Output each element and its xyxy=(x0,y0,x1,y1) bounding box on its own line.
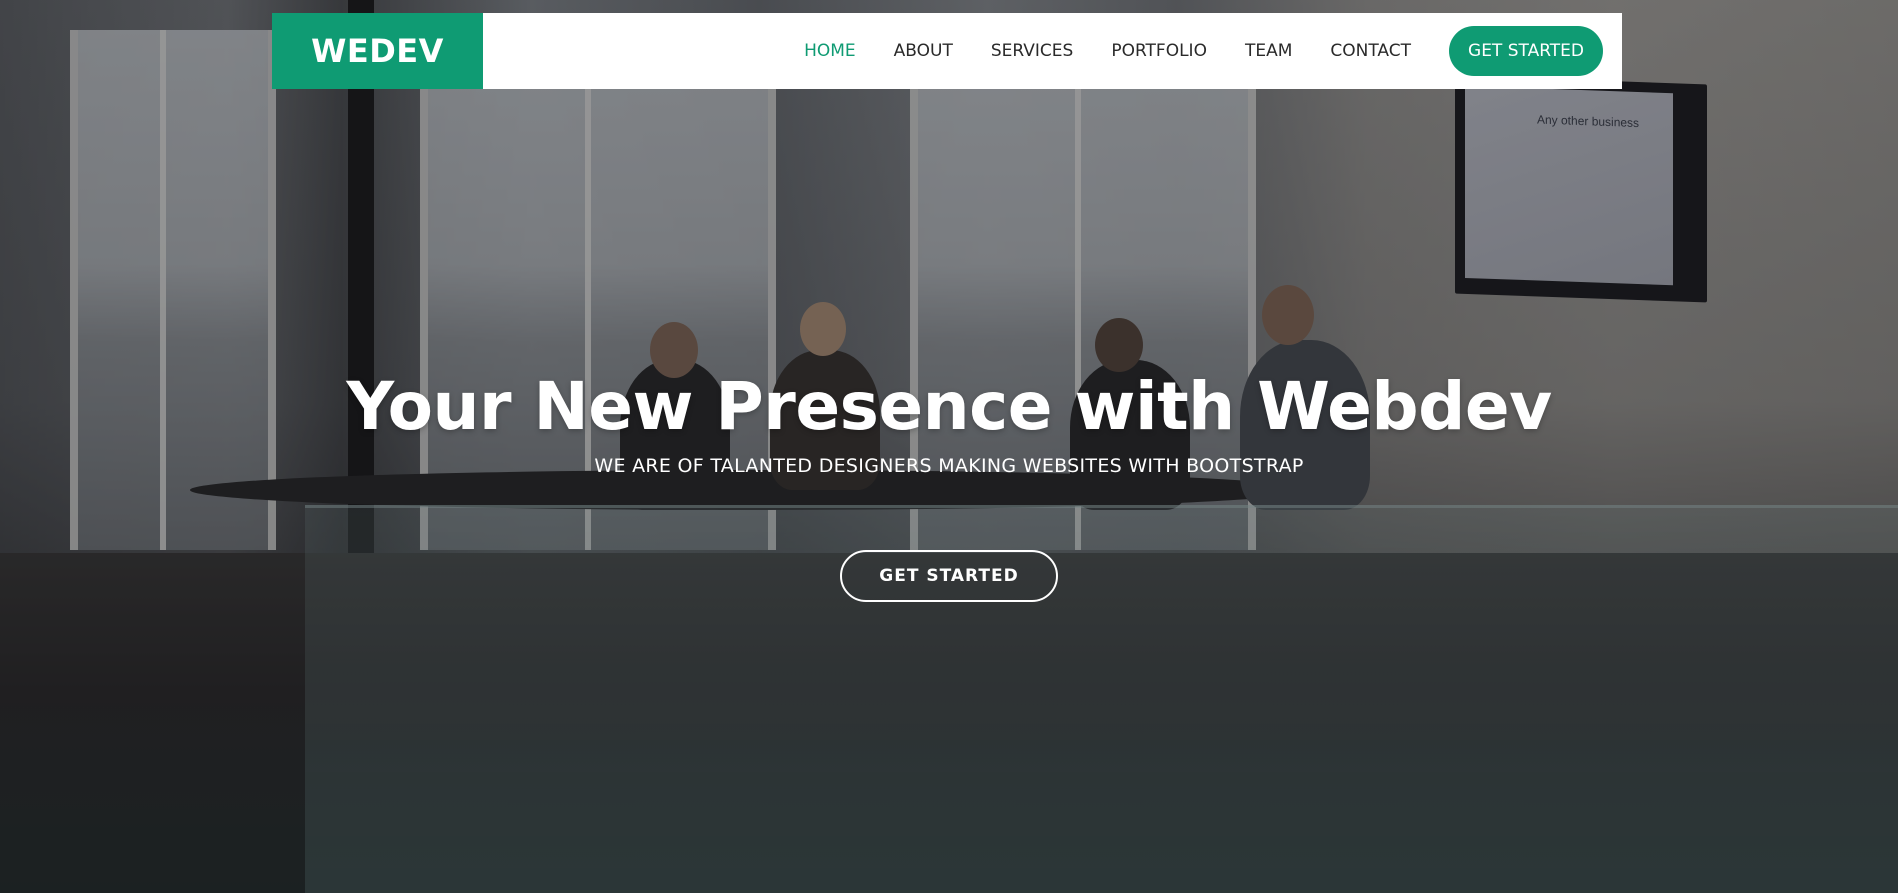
hero-subtitle: WE ARE OF TALANTED DESIGNERS MAKING WEBS… xyxy=(594,455,1304,477)
site-logo[interactable]: WEDEV xyxy=(272,13,483,89)
nav-item-home[interactable]: HOME xyxy=(804,41,856,61)
nav-item-team[interactable]: TEAM xyxy=(1245,41,1292,61)
hero-get-started-button[interactable]: GET STARTED xyxy=(840,550,1058,602)
nav-item-contact[interactable]: CONTACT xyxy=(1330,41,1411,61)
nav-item-about[interactable]: ABOUT xyxy=(894,41,953,61)
nav-item-services[interactable]: SERVICES xyxy=(991,41,1073,61)
main-nav: HOME ABOUT SERVICES PORTFOLIO TEAM CONTA… xyxy=(766,26,1603,76)
hero-section: Any other business WEDEV HOME ABOUT SERV… xyxy=(0,0,1898,893)
header-get-started-button[interactable]: GET STARTED xyxy=(1449,26,1603,76)
site-header: WEDEV HOME ABOUT SERVICES PORTFOLIO TEAM… xyxy=(272,13,1622,89)
nav-item-portfolio[interactable]: PORTFOLIO xyxy=(1111,41,1207,61)
hero-title: Your New Presence with Webdev xyxy=(346,368,1552,445)
hero-content: Your New Presence with Webdev WE ARE OF … xyxy=(0,368,1898,602)
